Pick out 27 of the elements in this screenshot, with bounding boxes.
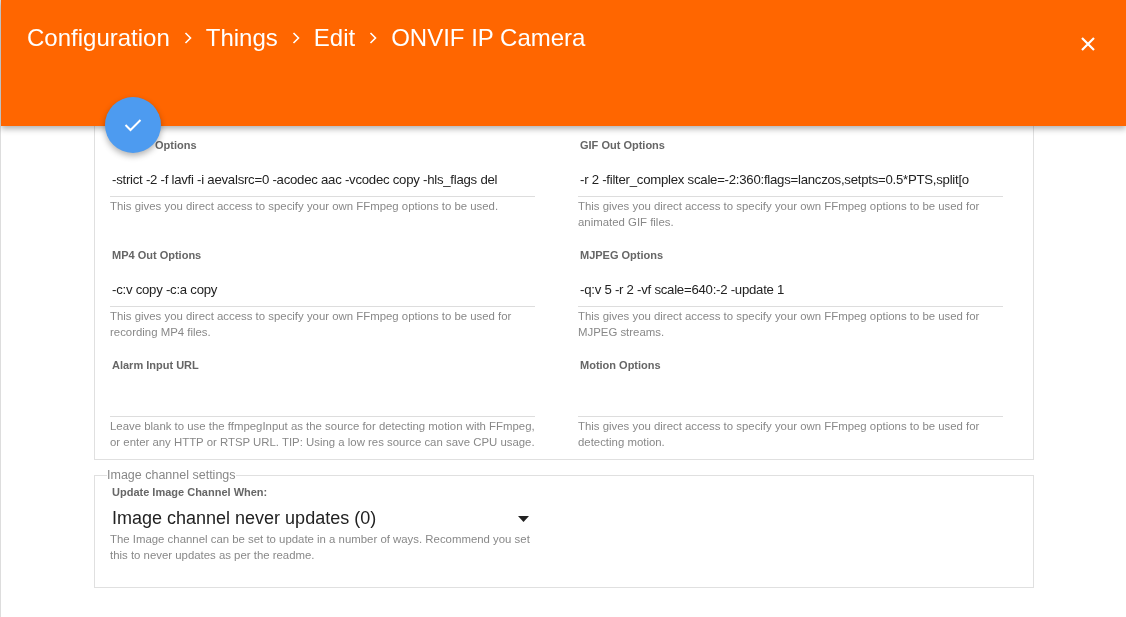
field-hint: The Image channel can be set to update in a number of ways. Recommend you set this to never updates as per the readme. xyxy=(110,532,531,563)
close-icon xyxy=(1080,36,1096,52)
field-label: Options xyxy=(155,139,198,153)
input-field[interactable]: -strict -2 -f lavfi -i aevalsrc=0 -acodec aac -vcodec copy -hls_flags del xyxy=(110,161,535,197)
dropdown[interactable]: Image channel never updates (0) xyxy=(110,498,535,531)
field-label: MJPEG Options xyxy=(580,249,665,263)
field-label: Alarm Input URL xyxy=(112,359,200,373)
field-hint: This gives you direct access to specify your own FFmpeg options to be used for MJPEG streams. xyxy=(578,309,981,340)
field-hint: This gives you direct access to specify your own FFmpeg options to be used for detecting motion. xyxy=(578,419,981,450)
input-field[interactable]: -q:v 5 -r 2 -vf scale=640:-2 -update 1 xyxy=(578,271,1003,307)
field-hint: This gives you direct access to specify your own FFmpeg options to be used for recording MP4 files. xyxy=(110,309,513,340)
chevron-icon xyxy=(291,32,300,44)
field-hint: This gives you direct access to specify your own FFmpeg options to be used for animated GIF files. xyxy=(578,199,981,230)
field-hint: Leave blank to use the ffmpegInput as the source for detecting motion with FFmpeg, or enter any HTTP or RTSP URL. TIP: Using a low res source can save CPU usage. xyxy=(110,419,535,450)
chevron-icon xyxy=(369,32,378,44)
field-label: Update Image Channel When: xyxy=(112,486,269,498)
chevron-icon xyxy=(183,32,192,44)
field-label: MP4 Out Options xyxy=(112,249,203,263)
check-icon xyxy=(124,118,142,132)
caret-icon xyxy=(518,515,529,522)
input-field[interactable]: -r 2 -filter_complex scale=-2:360:flags=lanczos,setpts=0.5*PTS,split[o xyxy=(578,161,1003,197)
group-title: Image channel settings xyxy=(107,468,236,482)
field-label: Motion Options xyxy=(580,359,662,373)
field-hint: This gives you direct access to specify your own FFmpeg options to be used. xyxy=(110,199,500,214)
input-field[interactable]: -c:v copy -c:a copy xyxy=(110,271,535,307)
page-title: ONVIF IP Camera xyxy=(391,24,586,52)
field-label: GIF Out Options xyxy=(580,139,666,153)
